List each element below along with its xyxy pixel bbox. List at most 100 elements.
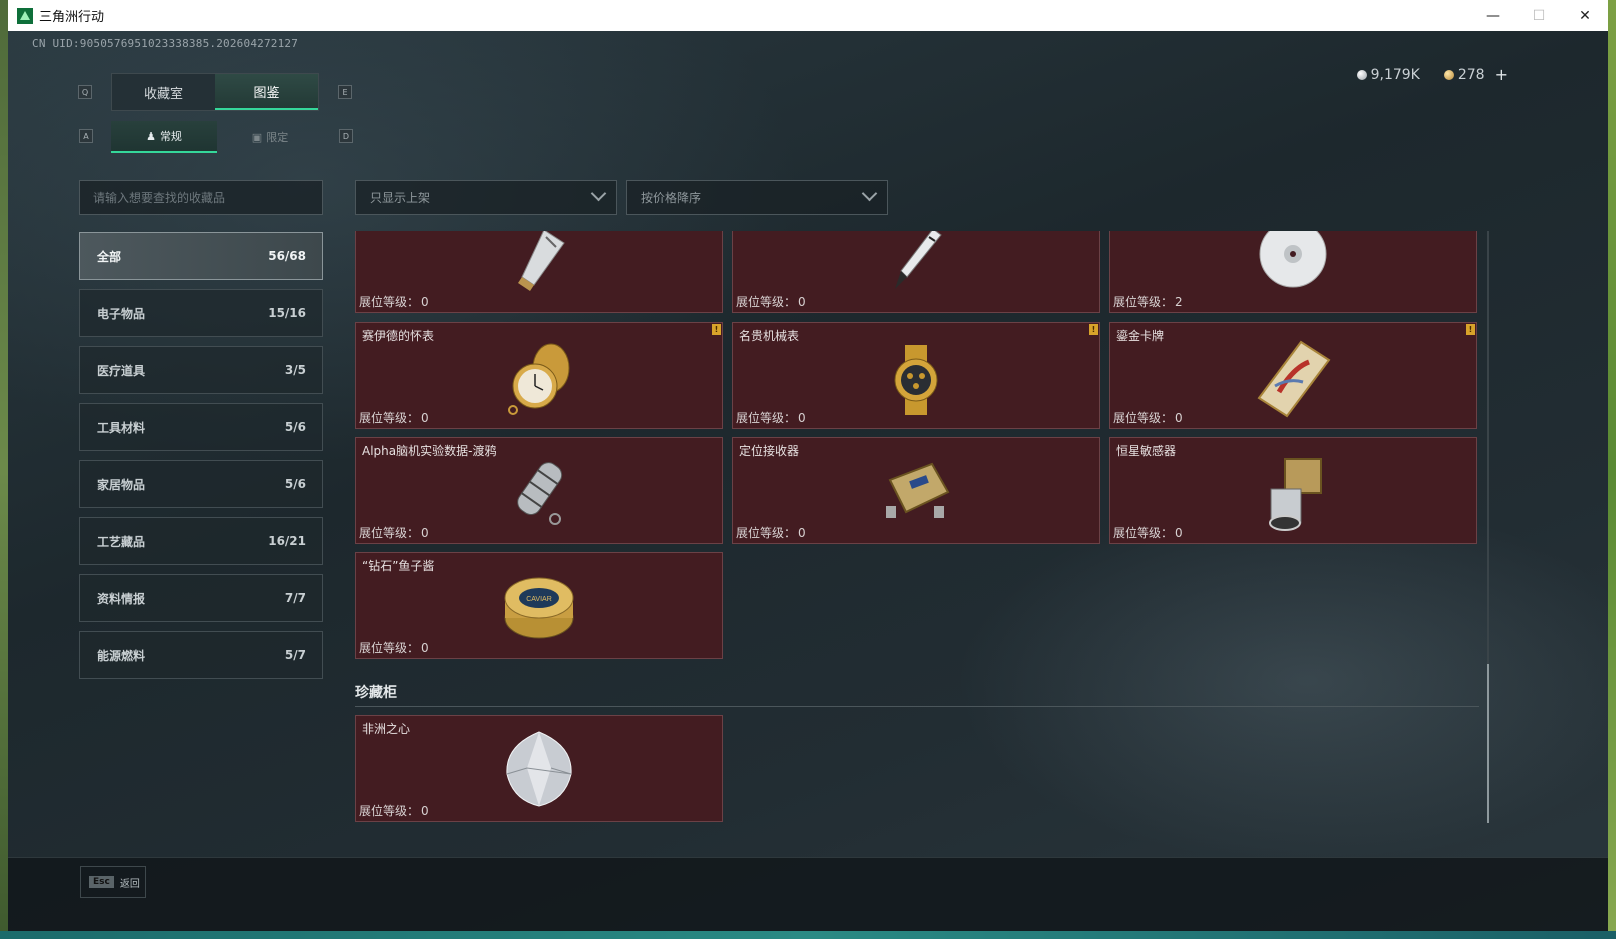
desktop-taskbar-edge (0, 931, 1616, 939)
section-divider (355, 706, 1479, 707)
currency-gold: 278 + (1443, 65, 1508, 84)
category-medical[interactable]: 医疗道具 3/5 (79, 346, 323, 394)
category-label: 能源燃料 (97, 648, 146, 663)
category-count: 5/6 (284, 420, 306, 434)
key-hint-a: A (79, 129, 93, 143)
card-level: 展位等级： 0 (359, 804, 429, 818)
currency-gold-value: 278 (1457, 66, 1485, 83)
key-hint-e: E (338, 85, 352, 99)
pocket-watch-icon (508, 343, 570, 415)
category-count: 16/21 (268, 534, 306, 548)
key-hint-q: Q (78, 85, 92, 99)
close-icon[interactable]: ✕ (1562, 0, 1608, 31)
subtab-limited-label: 限定 (266, 131, 289, 144)
subtab-regular-label: 常规 (159, 130, 182, 143)
sort-select[interactable]: 按价格降序 (626, 180, 888, 215)
frame-icon: ▣ (251, 130, 263, 144)
scrollbar-thumb[interactable] (1487, 664, 1489, 823)
tab-collection-room[interactable]: 收藏室 (112, 74, 215, 110)
item-card[interactable]: 赛伊德的怀表 ! 展位等级： 0 (355, 322, 723, 429)
category-intel[interactable]: 资料情报 7/7 (79, 574, 323, 622)
category-household[interactable]: 家居物品 5/6 (79, 460, 323, 508)
card-level: 展位等级： 2 (1113, 295, 1183, 309)
category-label: 电子物品 (97, 306, 146, 321)
back-button[interactable]: Esc 返回 (80, 866, 146, 898)
category-label: 工具材料 (97, 420, 146, 435)
treasure-item-card[interactable]: 非洲之心 展位等级： 0 (355, 715, 723, 822)
category-all[interactable]: 全部 56/68 (79, 232, 323, 280)
display-filter-value: 只显示上架 (370, 191, 431, 205)
sort-value: 按价格降序 (641, 191, 702, 205)
sub-tabs: ♟ 常规 ▣ 限定 (111, 121, 323, 153)
card-level: 展位等级： 0 (1113, 411, 1183, 425)
minimize-icon[interactable]: — (1470, 0, 1516, 31)
display-filter-select[interactable]: 只显示上架 (355, 180, 617, 215)
diamond-icon (506, 730, 572, 807)
category-energy[interactable]: 能源燃料 5/7 (79, 631, 323, 679)
card-name: 非洲之心 (362, 722, 411, 736)
currency-silver-value: 9,179K (1370, 66, 1420, 83)
item-card[interactable]: 展位等级： 2 (1109, 231, 1477, 313)
desktop-left-edge (0, 0, 8, 939)
subtab-regular[interactable]: ♟ 常规 (111, 121, 217, 153)
category-electronics[interactable]: 电子物品 15/16 (79, 289, 323, 337)
tab-codex[interactable]: 图鉴 (215, 74, 318, 110)
main-tabs: 收藏室 图鉴 (111, 73, 319, 111)
item-card[interactable]: Alpha脑机实验数据-渡鸦 展位等级： 0 (355, 437, 723, 544)
maximize-icon[interactable]: ☐ (1516, 0, 1562, 31)
category-label: 资料情报 (97, 591, 146, 606)
card-name: 鎏金卡牌 (1116, 329, 1165, 343)
card-name: “钻石”鱼子酱 (362, 559, 435, 573)
category-list: 全部 56/68 电子物品 15/16 医疗道具 3/5 工具材料 5/6 家居… (79, 232, 323, 688)
category-tools[interactable]: 工具材料 5/6 (79, 403, 323, 451)
receiver-device-icon (886, 462, 950, 518)
title-bar[interactable]: 三角洲行动 — ☐ ✕ (8, 0, 1608, 31)
category-label: 全部 (97, 249, 122, 264)
alert-badge-icon: ! (1466, 324, 1475, 335)
footer-bar: Esc 返回 (8, 857, 1608, 931)
card-name: Alpha脑机实验数据-渡鸦 (362, 444, 497, 458)
category-label: 家居物品 (97, 477, 146, 492)
card-level: 展位等级： 0 (736, 295, 806, 309)
subtab-limited[interactable]: ▣ 限定 (217, 121, 323, 153)
card-name: 定位接收器 (739, 444, 800, 458)
treasure-section-title: 珍藏柜 (355, 685, 397, 701)
person-icon: ♟ (146, 129, 156, 143)
category-count: 15/16 (268, 306, 306, 320)
window-title: 三角洲行动 (39, 10, 105, 25)
category-crafts[interactable]: 工艺藏品 16/21 (79, 517, 323, 565)
gold-coin-icon (1443, 69, 1454, 80)
app-logo-icon (17, 7, 33, 24)
wristwatch-icon (894, 344, 938, 415)
item-card[interactable]: 展位等级： 0 (732, 231, 1100, 313)
desktop-right-edge (1608, 0, 1616, 939)
card-level: 展位等级： 0 (736, 411, 806, 425)
item-card[interactable]: 恒星敏感器 展位等级： 0 (1109, 437, 1477, 544)
card-level: 展位等级： 0 (359, 641, 429, 655)
category-count: 5/6 (284, 477, 306, 491)
card-name: 名贵机械表 (739, 329, 800, 343)
caviar-tin-icon: CAVIAR (504, 577, 574, 639)
back-label: 返回 (119, 878, 140, 890)
add-currency-button[interactable]: + (1495, 65, 1508, 84)
key-hint-d: D (339, 129, 353, 143)
card-level: 展位等级： 0 (359, 411, 429, 425)
silver-coin-icon (1356, 69, 1367, 80)
game-screen: CN UID:9050576951023338385.202604272127 … (8, 31, 1608, 931)
star-sensor-icon (1269, 457, 1322, 531)
item-card[interactable]: 展位等级： 0 (355, 231, 723, 313)
category-label: 医疗道具 (97, 363, 146, 378)
cd-disc-icon (1259, 231, 1327, 288)
app-window: 三角洲行动 — ☐ ✕ CN UID:9050576951023338385.2… (8, 0, 1608, 931)
uid-label: CN UID:9050576951023338385.202604272127 (32, 37, 299, 50)
search-input[interactable] (79, 180, 323, 215)
currency-bar: 9,179K 278 + (1356, 65, 1508, 84)
category-count: 7/7 (284, 591, 306, 605)
item-card[interactable]: “钻石”鱼子酱 CAVIAR 展位等级： 0 (355, 552, 723, 659)
grid-scrollbar[interactable] (1487, 231, 1489, 823)
item-card[interactable]: 名贵机械表 ! 展位等级： 0 (732, 322, 1100, 429)
item-card[interactable]: 鎏金卡牌 ! 展位等级： 0 (1109, 322, 1477, 429)
alert-badge-icon: ! (1089, 324, 1098, 335)
alert-badge-icon: ! (712, 324, 721, 335)
item-card[interactable]: 定位接收器 展位等级： 0 (732, 437, 1100, 544)
